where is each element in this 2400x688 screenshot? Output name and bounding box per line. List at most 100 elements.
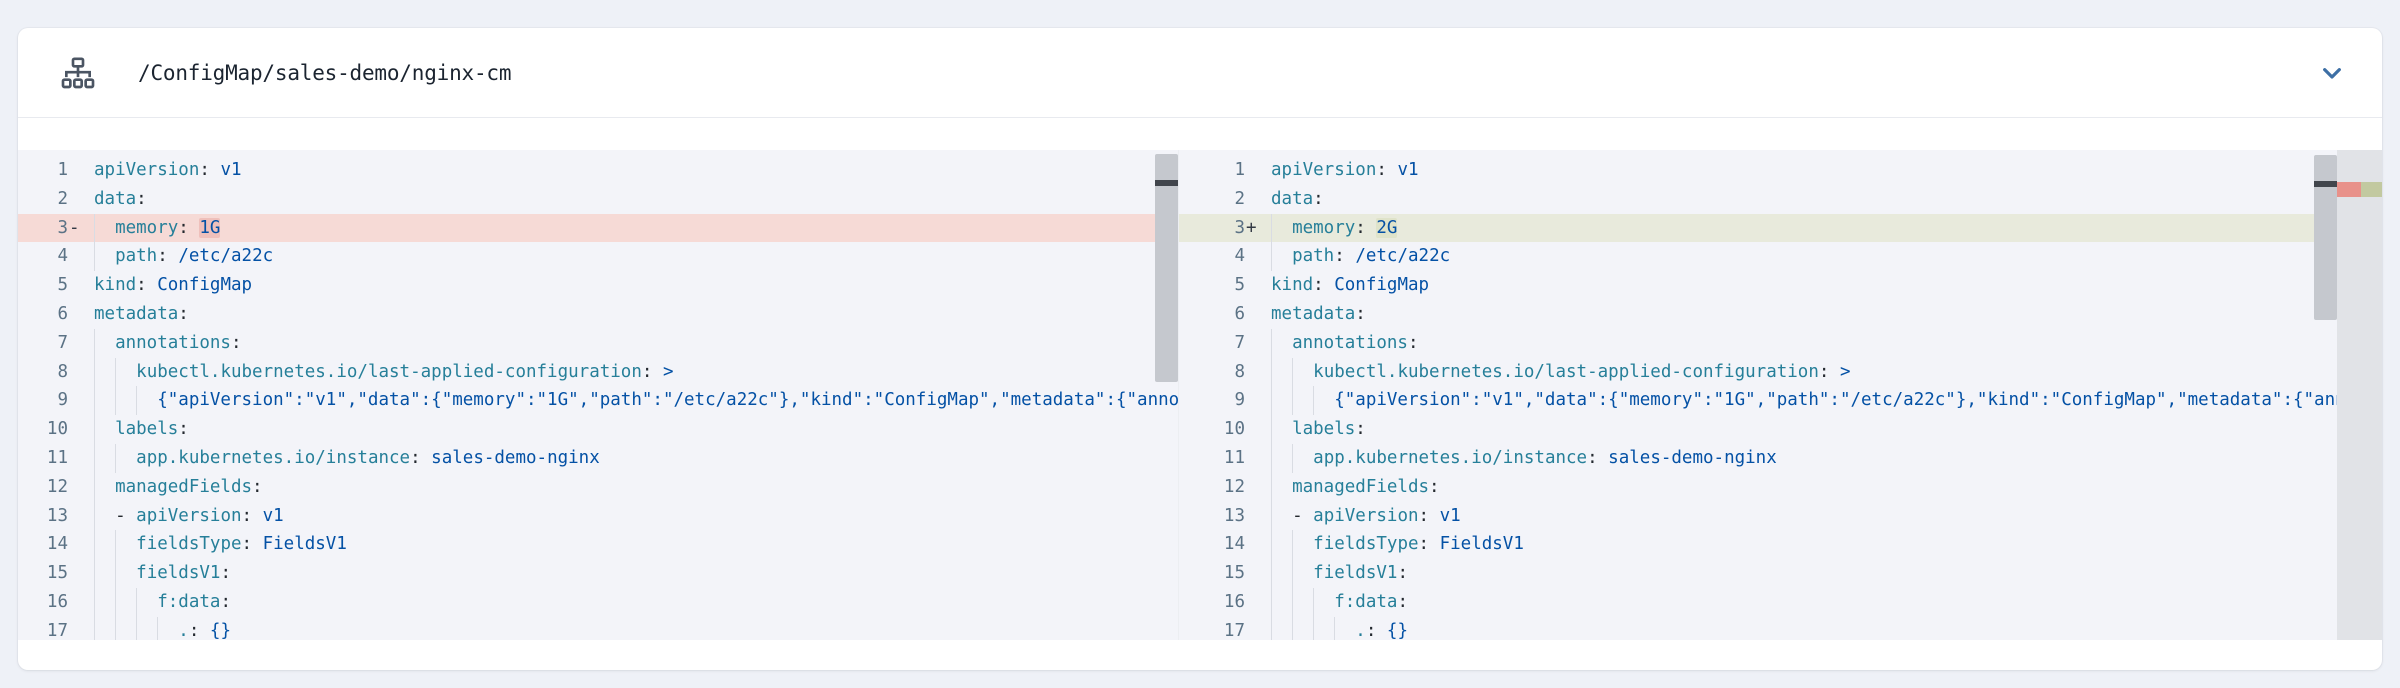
code-line[interactable]: 11 app.kubernetes.io/instance: sales-dem… [1179,444,2382,473]
line-number: 1 [1234,156,1245,185]
diff-marker [1245,156,1261,185]
code-line[interactable]: 12 managedFields: [1179,473,2382,502]
line-number-gutter: 8 [18,358,84,387]
code-text: {"apiVersion":"v1","data":{"memory":"1G"… [84,386,1178,415]
code-line[interactable]: 13 - apiVersion: v1 [1179,502,2382,531]
code-line[interactable]: 9 {"apiVersion":"v1","data":{"memory":"1… [1179,386,2382,415]
line-number-gutter: 11 [18,444,84,473]
code-text: fieldsV1: [84,559,1178,588]
indent-guide [1313,588,1314,617]
line-number-gutter: 2 [1179,185,1261,214]
line-number: 12 [1224,473,1245,502]
code-line[interactable]: 3+ memory: 2G [1179,214,2382,243]
line-number-gutter: 17 [1179,617,1261,640]
code-line[interactable]: 2data: [1179,185,2382,214]
indent-guide [1271,588,1272,617]
indent-guide [1292,386,1293,415]
code-line[interactable]: 4 path: /etc/a22c [18,242,1178,271]
code-line[interactable]: 6metadata: [1179,300,2382,329]
scroll-position-marker [1155,180,1178,186]
code-line[interactable]: 7 annotations: [18,329,1178,358]
diff-marker [68,300,84,329]
code-line[interactable]: 6metadata: [18,300,1178,329]
diff-marker [68,530,84,559]
line-number-gutter: 3- [18,214,84,243]
indent-guide [94,502,95,531]
code-line[interactable]: 7 annotations: [1179,329,2382,358]
line-number: 17 [1224,617,1245,640]
line-number-gutter: 7 [1179,329,1261,358]
line-number-gutter: 12 [18,473,84,502]
line-number: 10 [1224,415,1245,444]
line-number-gutter: 10 [18,415,84,444]
code-line[interactable]: 13 - apiVersion: v1 [18,502,1178,531]
line-number: 15 [47,559,68,588]
code-text: kind: ConfigMap [84,271,1178,300]
code-line[interactable]: 4 path: /etc/a22c [1179,242,2382,271]
indent-guide [94,588,95,617]
indent-guide [94,559,95,588]
line-number-gutter: 3+ [1179,214,1261,243]
code-line[interactable]: 16 f:data: [18,588,1178,617]
code-line[interactable]: 11 app.kubernetes.io/instance: sales-dem… [18,444,1178,473]
diff-marker [68,386,84,415]
code-line[interactable]: 8 kubectl.kubernetes.io/last-applied-con… [18,358,1178,387]
line-number-gutter: 10 [1179,415,1261,444]
code-text: f:data: [84,588,1178,617]
line-number-gutter: 6 [1179,300,1261,329]
code-line[interactable]: 10 labels: [18,415,1178,444]
line-number: 2 [1234,185,1245,214]
code-line[interactable]: 14 fieldsType: FieldsV1 [18,530,1178,559]
indent-guide [115,530,116,559]
code-line[interactable]: 17 .: {} [1179,617,2382,640]
indent-guide [94,329,95,358]
line-number: 15 [1224,559,1245,588]
indent-guide [115,617,116,640]
diff-marker [68,156,84,185]
line-number-gutter: 12 [1179,473,1261,502]
diff-marker [68,185,84,214]
chevron-down-icon[interactable] [2316,57,2348,89]
line-number-gutter: 13 [18,502,84,531]
line-number: 8 [1234,358,1245,387]
code-text: .: {} [1261,617,2382,640]
indent-guide [94,444,95,473]
diff-marker [68,271,84,300]
code-line[interactable]: 1apiVersion: v1 [1179,156,2382,185]
code-line[interactable]: 10 labels: [1179,415,2382,444]
code-line[interactable]: 2data: [18,185,1178,214]
line-number: 7 [1234,329,1245,358]
code-line[interactable]: 14 fieldsType: FieldsV1 [1179,530,2382,559]
code-line[interactable]: 12 managedFields: [18,473,1178,502]
diff-marker [1245,473,1261,502]
line-number: 12 [47,473,68,502]
scrollbar-left[interactable] [1155,154,1178,382]
line-number: 4 [57,242,68,271]
code-line[interactable]: 15 fieldsV1: [1179,559,2382,588]
resource-header[interactable]: /ConfigMap/sales-demo/nginx-cm [18,28,2382,118]
line-number-gutter: 17 [18,617,84,640]
code-text: annotations: [84,329,1178,358]
code-text: annotations: [1261,329,2382,358]
diff-marker [1245,588,1261,617]
code-line[interactable]: 5kind: ConfigMap [1179,271,2382,300]
code-line[interactable]: 17 .: {} [18,617,1178,640]
code-line[interactable]: 8 kubectl.kubernetes.io/last-applied-con… [1179,358,2382,387]
code-line[interactable]: 15 fieldsV1: [18,559,1178,588]
code-line[interactable]: 3- memory: 1G [18,214,1178,243]
code-text: apiVersion: v1 [84,156,1178,185]
line-number: 6 [57,300,68,329]
code-line[interactable]: 16 f:data: [1179,588,2382,617]
diff-marker [1245,502,1261,531]
diff-marker [1245,300,1261,329]
line-number: 16 [47,588,68,617]
overview-ruler[interactable] [2337,150,2382,640]
line-number: 3 [1234,214,1245,243]
line-number: 13 [47,502,68,531]
scrollbar-right[interactable] [2314,155,2337,320]
code-line[interactable]: 9 {"apiVersion":"v1","data":{"memory":"1… [18,386,1178,415]
line-number-gutter: 13 [1179,502,1261,531]
code-line[interactable]: 1apiVersion: v1 [18,156,1178,185]
code-line[interactable]: 5kind: ConfigMap [18,271,1178,300]
code-text: f:data: [1261,588,2382,617]
